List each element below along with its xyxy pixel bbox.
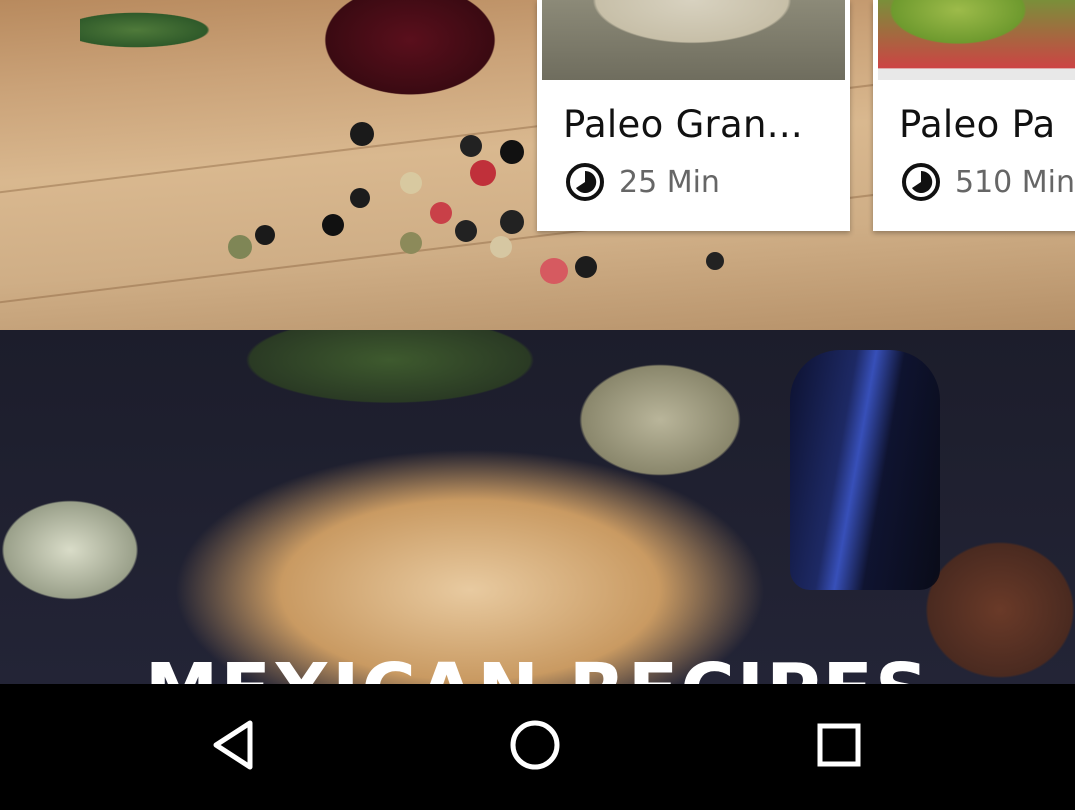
peppercorn bbox=[500, 210, 524, 234]
peppercorn bbox=[400, 232, 422, 254]
back-triangle-icon bbox=[208, 718, 258, 776]
back-button[interactable] bbox=[190, 704, 276, 790]
bottle-decoration bbox=[790, 350, 940, 590]
peppercorn bbox=[575, 256, 597, 278]
recent-apps-button[interactable] bbox=[796, 704, 882, 790]
peppercorn bbox=[455, 220, 477, 242]
timer-icon bbox=[901, 162, 941, 202]
recipe-card-image bbox=[542, 0, 845, 80]
recipe-card-duration: 510 Min bbox=[955, 164, 1075, 200]
recipe-card[interactable]: Paleo Gran... 25 Min bbox=[537, 0, 850, 231]
recent-square-icon bbox=[814, 720, 864, 774]
category-banner[interactable]: MEXICAN RECIPES bbox=[0, 330, 1075, 684]
recipe-card[interactable]: Paleo Pa 510 Min bbox=[873, 0, 1075, 231]
home-circle-icon bbox=[508, 718, 562, 776]
home-button[interactable] bbox=[492, 704, 578, 790]
recipe-card-duration: 25 Min bbox=[619, 164, 720, 200]
recipe-card-title: Paleo Pa bbox=[899, 103, 1056, 146]
peppercorn bbox=[490, 236, 512, 258]
peppercorn bbox=[228, 235, 252, 259]
peppercorn bbox=[350, 188, 370, 208]
herb-decoration bbox=[80, 10, 220, 50]
peppercorn bbox=[706, 252, 724, 270]
recipe-card-image bbox=[878, 0, 1075, 80]
featured-recipes-section: Paleo Gran... 25 Min Paleo Pa 510 Min bbox=[0, 0, 1075, 330]
peppercorn bbox=[350, 122, 374, 146]
peppercorn bbox=[540, 258, 568, 284]
timer-icon bbox=[565, 162, 605, 202]
recipe-card-meta: 510 Min bbox=[901, 160, 1075, 204]
category-title: MEXICAN RECIPES bbox=[0, 648, 1075, 684]
peppercorn bbox=[460, 135, 482, 157]
peppercorn bbox=[430, 202, 452, 224]
peppercorn bbox=[500, 140, 524, 164]
peppercorn bbox=[255, 225, 275, 245]
peppercorn bbox=[400, 172, 422, 194]
peppercorn bbox=[322, 214, 344, 236]
peppercorn bbox=[470, 160, 496, 186]
recipe-card-meta: 25 Min bbox=[565, 160, 720, 204]
system-navigation-bar bbox=[0, 684, 1075, 810]
recipe-card-title: Paleo Gran... bbox=[563, 103, 803, 146]
